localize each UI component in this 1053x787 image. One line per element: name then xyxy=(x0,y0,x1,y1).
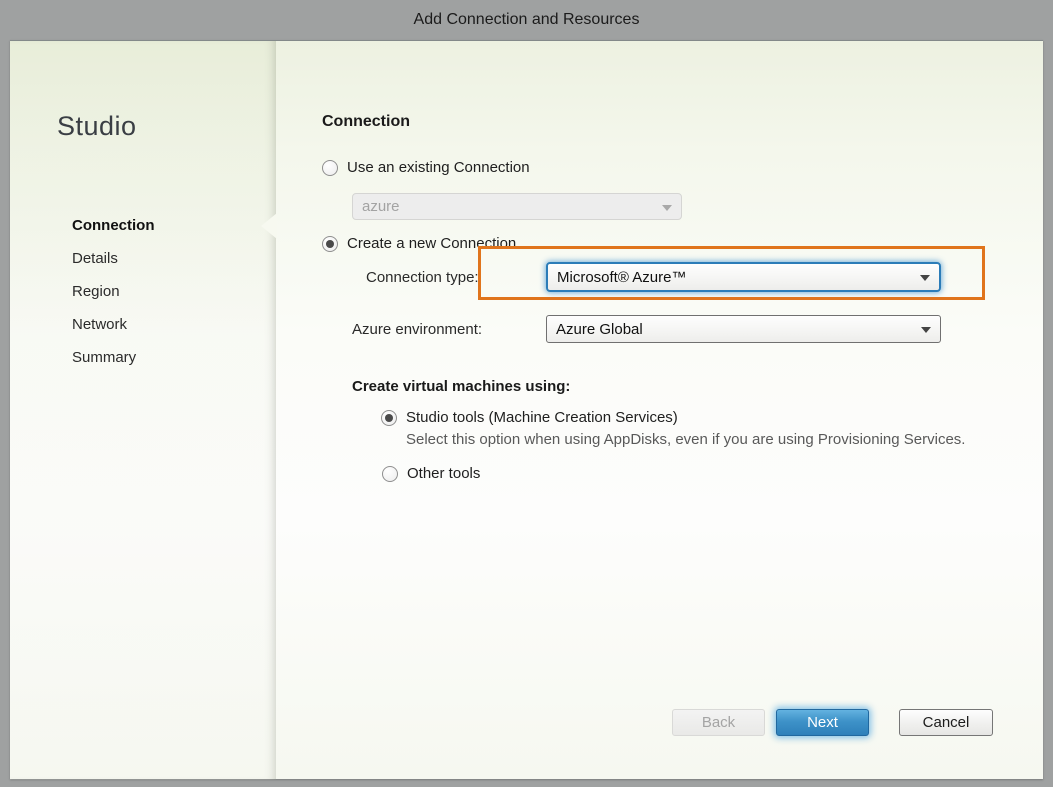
azure-environment-value: Azure Global xyxy=(556,321,643,338)
connection-type-value: Microsoft® Azure™ xyxy=(557,269,686,286)
dialog-title: Add Connection and Resources xyxy=(0,0,1053,40)
azure-environment-label: Azure environment: xyxy=(352,321,482,338)
page-title: Connection xyxy=(322,113,410,131)
chevron-down-icon xyxy=(921,327,931,333)
next-button[interactable]: Next xyxy=(776,709,869,736)
studio-tools-description: Select this option when using AppDisks, … xyxy=(406,431,965,448)
studio-tools-radio[interactable] xyxy=(381,410,397,426)
existing-connection-dropdown-value: azure xyxy=(362,198,400,215)
other-tools-option[interactable]: Other tools xyxy=(382,465,480,482)
wizard-content: Connection Use an existing Connection az… xyxy=(10,41,1043,780)
connection-type-label: Connection type: xyxy=(366,269,479,286)
cancel-button[interactable]: Cancel xyxy=(899,709,993,736)
active-step-pointer-icon xyxy=(261,213,277,239)
new-connection-label: Create a new Connection xyxy=(347,235,516,252)
new-connection-option[interactable]: Create a new Connection xyxy=(322,235,516,252)
existing-connection-radio[interactable] xyxy=(322,160,338,176)
chevron-down-icon xyxy=(920,275,930,281)
studio-tools-label: Studio tools (Machine Creation Services) xyxy=(406,409,678,426)
existing-connection-label: Use an existing Connection xyxy=(347,159,530,176)
studio-tools-option[interactable]: Studio tools (Machine Creation Services) xyxy=(381,409,678,426)
other-tools-label: Other tools xyxy=(407,465,480,482)
existing-connection-dropdown: azure xyxy=(352,193,682,220)
existing-connection-option[interactable]: Use an existing Connection xyxy=(322,159,530,176)
new-connection-radio[interactable] xyxy=(322,236,338,252)
azure-environment-dropdown[interactable]: Azure Global xyxy=(546,315,941,343)
vm-section-heading: Create virtual machines using: xyxy=(352,378,570,395)
chevron-down-icon xyxy=(662,205,672,211)
other-tools-radio[interactable] xyxy=(382,466,398,482)
connection-type-dropdown[interactable]: Microsoft® Azure™ xyxy=(546,262,941,292)
back-button: Back xyxy=(672,709,765,736)
wizard-dialog: Studio Connection Details Region Network… xyxy=(10,40,1043,779)
